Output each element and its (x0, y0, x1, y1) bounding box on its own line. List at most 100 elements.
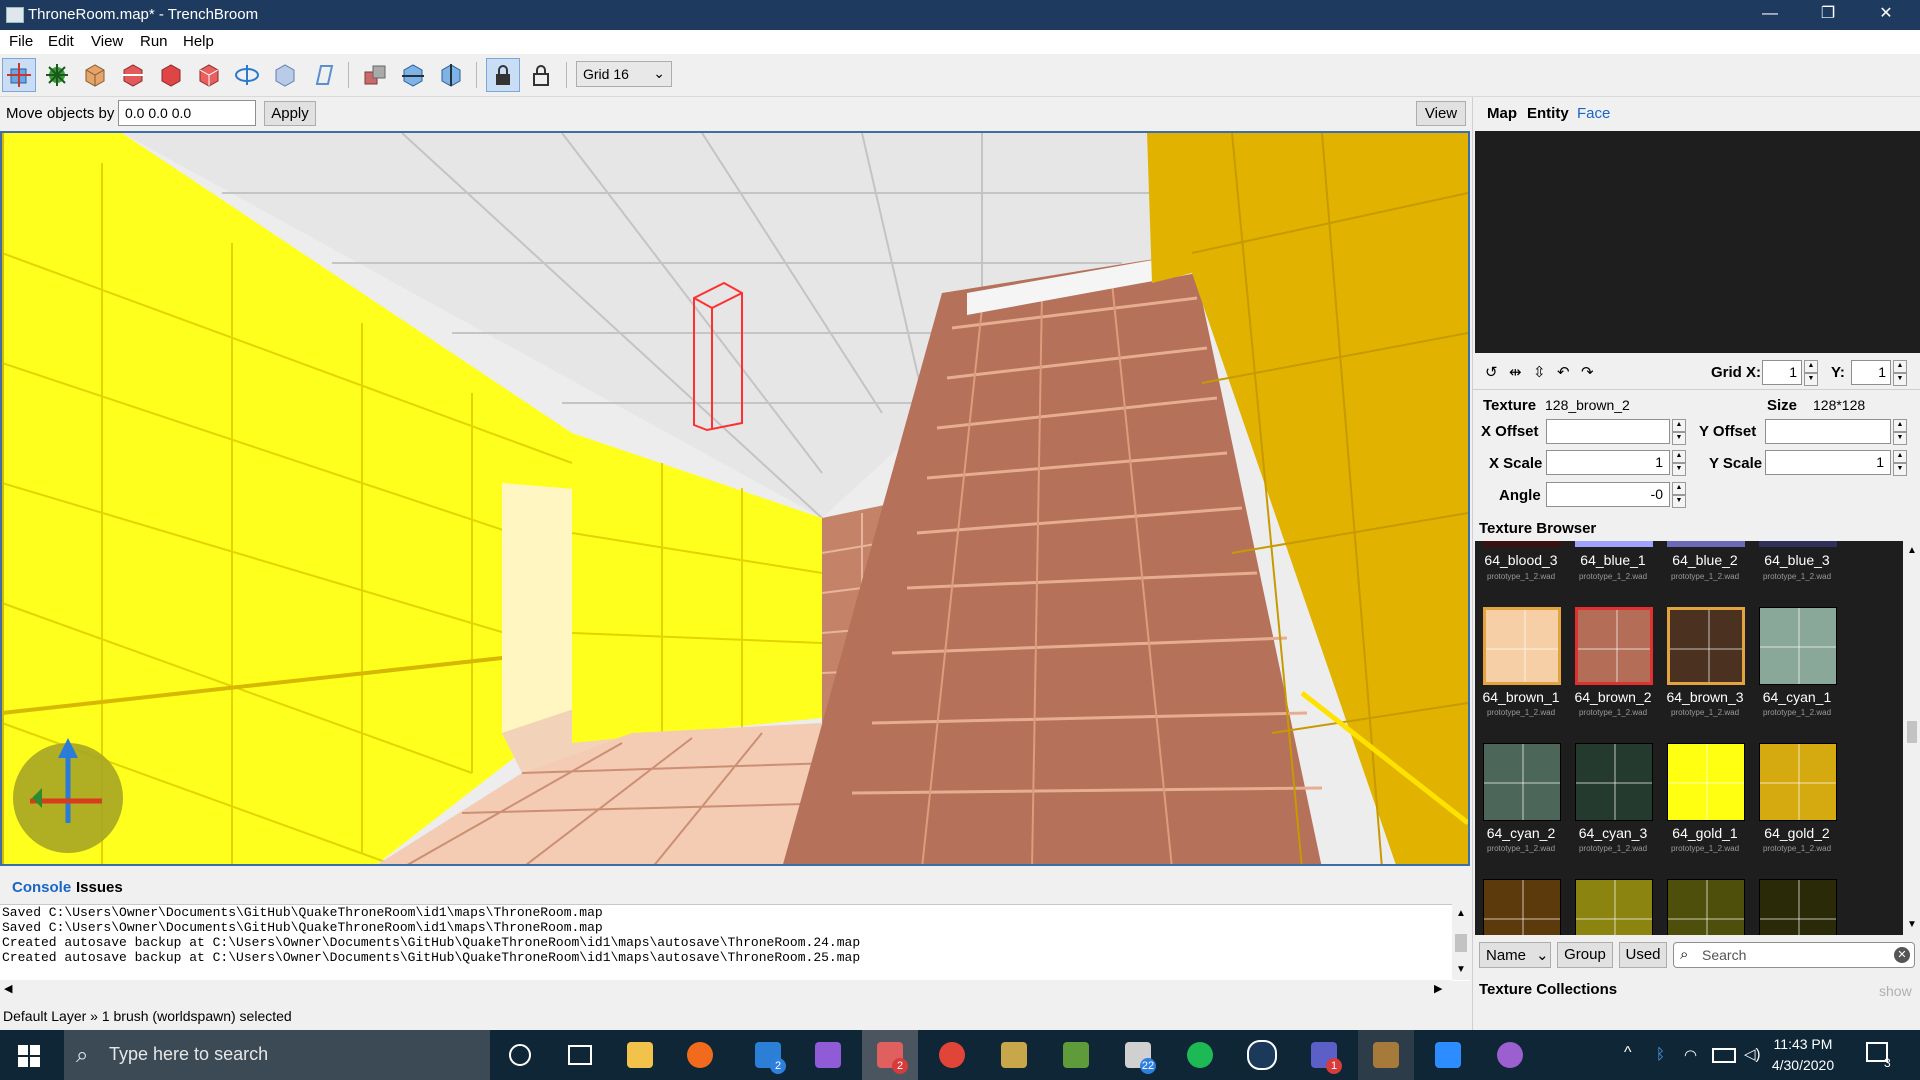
teams-icon[interactable]: 1 (1296, 1030, 1352, 1080)
group-button[interactable]: Group (1557, 942, 1613, 968)
scroll-down-icon[interactable]: ▼ (1456, 964, 1466, 975)
taskbar-search[interactable]: ⌕ Type here to search (64, 1030, 490, 1080)
console-vertical-scrollbar[interactable]: ▲ ▼ (1452, 904, 1470, 980)
texture-tile[interactable] (1567, 879, 1659, 935)
texture-swatch[interactable] (1667, 541, 1745, 547)
uv-editor-preview[interactable] (1475, 131, 1920, 353)
minimize-button[interactable]: — (1742, 0, 1798, 30)
used-button[interactable]: Used (1619, 942, 1667, 968)
chevron-up-icon[interactable]: ^ (1624, 1044, 1632, 1062)
close-button[interactable]: ✕ (1858, 0, 1914, 30)
rotate-cw-icon[interactable]: ↷ (1581, 363, 1594, 381)
x-scale-input[interactable]: 1 (1546, 450, 1670, 475)
zoom-icon[interactable] (1420, 1030, 1476, 1080)
bluetooth-icon[interactable]: ᛒ (1656, 1046, 1665, 1063)
visual-studio-icon[interactable] (800, 1030, 856, 1080)
cortana-icon[interactable] (492, 1030, 548, 1080)
minecraft-icon[interactable] (1048, 1030, 1104, 1080)
mail-icon[interactable]: 2 (740, 1030, 796, 1080)
apply-button[interactable]: Apply (264, 101, 316, 126)
move-tool-button[interactable] (2, 58, 36, 92)
tab-entity[interactable]: Entity (1527, 105, 1569, 122)
texture-browser-scrollbar[interactable]: ▲ ▼ (1903, 541, 1920, 935)
scale-tool-button[interactable] (268, 58, 302, 92)
texture-tile[interactable]: 64_brown_2 prototype_1_2.wad (1567, 607, 1659, 737)
angle-input[interactable]: -0 (1546, 482, 1670, 507)
y-offset-input[interactable] (1765, 419, 1891, 444)
grid-x-stepper[interactable]: ▲ ▼ (1804, 360, 1818, 386)
texture-tile[interactable] (1659, 879, 1751, 935)
restore-button[interactable]: ❐ (1800, 0, 1856, 30)
console-output[interactable]: Saved C:\Users\Owner\Documents\GitHub\Qu… (0, 904, 1470, 981)
flip-vertical-button[interactable] (434, 58, 468, 92)
scroll-thumb[interactable] (1907, 721, 1917, 743)
flip-u-icon[interactable]: ⇹ (1509, 363, 1522, 381)
chrome-icon[interactable] (924, 1030, 980, 1080)
tab-console[interactable]: Console (12, 879, 71, 896)
windows-start-icon[interactable] (18, 1045, 40, 1071)
x-offset-input[interactable] (1546, 419, 1670, 444)
sort-select[interactable]: Name ⌄ (1479, 942, 1551, 968)
grid-y-input[interactable]: 1 (1851, 360, 1891, 385)
angle-stepper[interactable]: ▲ ▼ (1672, 482, 1686, 508)
texture-swatch[interactable] (1483, 541, 1561, 547)
grid-y-stepper[interactable]: ▲ ▼ (1893, 360, 1907, 386)
origin-icon[interactable] (672, 1030, 728, 1080)
tab-map[interactable]: Map (1487, 105, 1517, 122)
scroll-down-icon[interactable]: ▼ (1907, 919, 1917, 930)
steam-chat-icon[interactable]: 22 (1110, 1030, 1166, 1080)
x-offset-stepper[interactable]: ▲ ▼ (1672, 419, 1686, 445)
tab-face[interactable]: Face (1577, 105, 1610, 122)
flip-horizontal-button[interactable] (396, 58, 430, 92)
texture-search-input[interactable]: ⌕ Search ✕ (1673, 942, 1915, 968)
spotify-icon[interactable] (1172, 1030, 1228, 1080)
task-view-icon[interactable] (552, 1030, 608, 1080)
texture-swatch[interactable] (1575, 541, 1653, 547)
y-scale-stepper[interactable]: ▲ ▼ (1893, 450, 1907, 476)
texture-tile[interactable]: 64_cyan_1 prototype_1_2.wad (1751, 607, 1843, 737)
csg-merge-button[interactable] (192, 58, 226, 92)
system-clock[interactable]: 11:43 PM 4/30/2020 (1758, 1034, 1848, 1076)
texture-tile[interactable] (1475, 879, 1567, 935)
3d-viewport[interactable] (0, 131, 1470, 866)
texture-grid[interactable]: 64_blood_3 64_blue_1 64_blue_2 64_blue_3… (1475, 541, 1903, 935)
wifi-icon[interactable]: ◠ (1684, 1046, 1697, 1064)
menu-help[interactable]: Help (183, 33, 214, 50)
discord-icon[interactable]: 2 (862, 1030, 918, 1080)
texture-swatch[interactable] (1759, 541, 1837, 547)
texture-tile[interactable]: 64_brown_1 prototype_1_2.wad (1475, 607, 1567, 737)
texture-tile[interactable]: 64_gold_2 prototype_1_2.wad (1751, 743, 1843, 873)
tab-issues[interactable]: Issues (76, 879, 123, 896)
menu-edit[interactable]: Edit (48, 33, 74, 50)
rotate-ccw-icon[interactable]: ↶ (1557, 363, 1570, 381)
grid-x-input[interactable]: 1 (1762, 360, 1802, 385)
scroll-left-icon[interactable]: ◀ (4, 982, 12, 995)
reset-alignment-icon[interactable]: ↺ (1485, 363, 1498, 381)
texture-tile[interactable]: 64_gold_1 prototype_1_2.wad (1659, 743, 1751, 873)
scroll-right-icon[interactable]: ▶ (1434, 982, 1442, 995)
shear-tool-button[interactable] (306, 58, 340, 92)
battery-icon[interactable] (1712, 1048, 1736, 1063)
scroll-up-icon[interactable]: ▲ (1456, 908, 1466, 919)
texture-tile[interactable] (1751, 879, 1843, 935)
console-horizontal-scrollbar[interactable]: ◀ ▶ (0, 980, 1452, 998)
scroll-up-icon[interactable]: ▲ (1907, 545, 1917, 556)
brush-tool-button[interactable] (78, 58, 112, 92)
texture-tile[interactable]: 64_cyan_3 prototype_1_2.wad (1567, 743, 1659, 873)
texture-tile[interactable]: 64_cyan_2 prototype_1_2.wad (1475, 743, 1567, 873)
clear-search-icon[interactable]: ✕ (1894, 947, 1910, 963)
scroll-thumb[interactable] (1455, 934, 1467, 952)
league-icon[interactable] (986, 1030, 1042, 1080)
rotate-tool-button[interactable] (230, 58, 264, 92)
file-explorer-icon[interactable] (612, 1030, 668, 1080)
github-icon[interactable] (1482, 1030, 1538, 1080)
texture-tile[interactable]: 64_brown_3 prototype_1_2.wad (1659, 607, 1751, 737)
grid-size-select[interactable]: Grid 16 ⌄ (576, 61, 672, 87)
flip-v-icon[interactable]: ⇳ (1533, 363, 1546, 381)
x-scale-stepper[interactable]: ▲ ▼ (1672, 450, 1686, 476)
menu-run[interactable]: Run (140, 33, 168, 50)
texture-collections-toggle[interactable]: show (1879, 983, 1912, 999)
texture-lock-button[interactable] (486, 58, 520, 92)
y-scale-input[interactable]: 1 (1765, 450, 1891, 475)
y-offset-stepper[interactable]: ▲ ▼ (1893, 419, 1907, 445)
